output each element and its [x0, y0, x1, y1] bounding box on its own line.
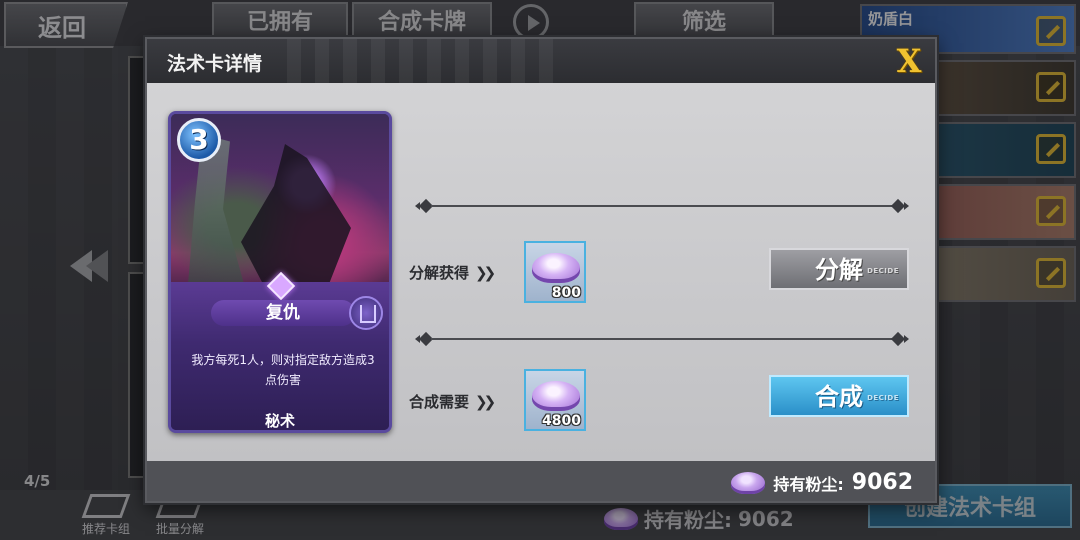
decompose-reward-box: 800: [524, 241, 586, 303]
dialog-header: [147, 39, 935, 83]
dust-balance-value: 9062: [851, 470, 913, 495]
double-chevron-icon: ❯❯: [475, 263, 496, 282]
compose-cost-box: 4800: [524, 369, 586, 431]
compose-label: 合成需要: [409, 393, 470, 411]
decompose-button-label: 分解: [815, 256, 863, 284]
spell-card-detail-dialog: 法术卡详情 X 3 复仇 我方每死1人，则对指定敌方造成3点伤害 秘术 分解获得…: [145, 37, 937, 503]
card-kind: 秘术: [264, 412, 295, 430]
close-button[interactable]: X: [893, 43, 925, 79]
card-name: 复仇: [211, 300, 355, 326]
decompose-button[interactable]: DECIDE 分解: [769, 248, 909, 290]
card-description: 我方每死1人，则对指定敌方造成3点伤害: [191, 353, 375, 387]
compose-button-tag: DECIDE: [867, 394, 899, 402]
compose-button[interactable]: DECIDE 合成: [769, 375, 909, 417]
dust-icon: [532, 381, 580, 411]
decompose-row-label: 分解获得 ❯❯: [409, 262, 496, 283]
card-cost-badge: 3: [177, 118, 221, 162]
compose-button-label: 合成: [815, 383, 863, 411]
dust-balance-label: 持有粉尘:: [773, 474, 844, 494]
dust-balance: 持有粉尘: 9062: [731, 470, 913, 495]
dust-icon: [731, 471, 766, 494]
divider: [415, 198, 909, 214]
divider: [415, 331, 909, 347]
decompose-button-tag: DECIDE: [867, 267, 899, 275]
double-chevron-icon: ❯❯: [475, 392, 496, 411]
dialog-title: 法术卡详情: [167, 53, 263, 75]
decompose-amount: 800: [551, 285, 581, 301]
compose-amount: 4800: [542, 413, 581, 429]
spell-type-icon: [349, 296, 383, 330]
spell-card: 3 复仇 我方每死1人，则对指定敌方造成3点伤害 秘术: [168, 111, 392, 433]
decompose-label: 分解获得: [409, 264, 470, 282]
compose-row-label: 合成需要 ❯❯: [409, 391, 496, 412]
dust-icon: [532, 253, 580, 283]
